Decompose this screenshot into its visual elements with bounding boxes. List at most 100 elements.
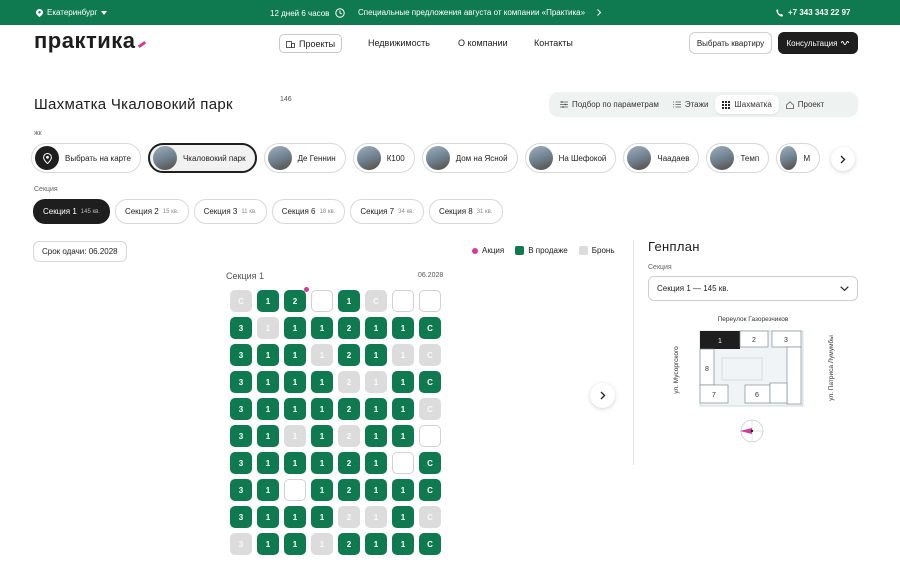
- apartment-cell[interactable]: 1: [365, 344, 387, 366]
- tab-project[interactable]: Проект: [779, 95, 831, 114]
- building-2[interactable]: 2: [739, 330, 769, 348]
- apartment-cell[interactable]: 1: [257, 398, 279, 420]
- apartment-cell[interactable]: [284, 479, 306, 501]
- apartment-cell[interactable]: 3: [230, 344, 252, 366]
- apartment-cell[interactable]: 1: [365, 371, 387, 393]
- apartment-cell[interactable]: 1: [311, 479, 333, 501]
- section-tab-7[interactable]: Секция 7 34 кв.: [350, 199, 424, 224]
- phone-link[interactable]: +7 343 343 22 97: [776, 8, 851, 17]
- apartment-cell[interactable]: С: [230, 290, 252, 312]
- choose-apartment-button[interactable]: Выбрать квартиру: [689, 32, 772, 54]
- apartment-cell[interactable]: 2: [338, 317, 360, 339]
- apartment-cell[interactable]: 1: [338, 290, 360, 312]
- apartment-cell[interactable]: [419, 425, 441, 447]
- apartment-cell[interactable]: 3: [230, 452, 252, 474]
- apartment-cell[interactable]: 3: [230, 479, 252, 501]
- apartment-cell[interactable]: 1: [257, 452, 279, 474]
- apartment-cell[interactable]: 1: [257, 371, 279, 393]
- consultation-button[interactable]: Консультация: [778, 32, 858, 54]
- apartment-cell[interactable]: 1: [257, 425, 279, 447]
- apartment-cell[interactable]: 2: [338, 371, 360, 393]
- project-chip-temp[interactable]: Темп: [706, 143, 770, 173]
- building-8[interactable]: 8: [699, 348, 715, 386]
- tab-floors[interactable]: Этажи: [666, 95, 716, 114]
- apartment-cell[interactable]: [392, 452, 414, 474]
- section-tab-3[interactable]: Секция 3 11 кв.: [193, 199, 267, 224]
- apartment-cell[interactable]: 3: [230, 371, 252, 393]
- apartment-cell[interactable]: 3: [230, 398, 252, 420]
- project-chip-map[interactable]: Выбрать на карте: [31, 143, 141, 173]
- apartment-cell[interactable]: 1: [311, 506, 333, 528]
- apartment-cell[interactable]: 2: [338, 344, 360, 366]
- apartment-cell[interactable]: 1: [284, 506, 306, 528]
- projects-next-button[interactable]: [831, 147, 855, 171]
- building-7[interactable]: 7: [699, 384, 729, 404]
- apartment-cell[interactable]: 2: [338, 533, 360, 555]
- nav-contacts[interactable]: Контакты: [534, 38, 573, 48]
- apartment-cell[interactable]: 1: [311, 398, 333, 420]
- project-chip-chkalovsky[interactable]: Чкаловокий парк: [147, 143, 257, 173]
- genplan-section-select[interactable]: Секция 1 — 145 кв.: [648, 276, 858, 301]
- apartment-cell[interactable]: 2: [338, 398, 360, 420]
- apartment-cell[interactable]: 1: [284, 533, 306, 555]
- project-chip-k100[interactable]: К100: [352, 143, 415, 173]
- apartment-cell[interactable]: 1: [311, 425, 333, 447]
- apartment-cell[interactable]: 1: [392, 425, 414, 447]
- city-selector[interactable]: Екатеринбург: [36, 8, 108, 17]
- apartment-cell[interactable]: 1: [257, 533, 279, 555]
- apartment-cell[interactable]: С: [419, 479, 441, 501]
- apartment-cell[interactable]: 1: [284, 317, 306, 339]
- apartment-cell[interactable]: С: [419, 317, 441, 339]
- apartment-cell[interactable]: С: [419, 344, 441, 366]
- apartment-cell[interactable]: 1: [365, 533, 387, 555]
- apartment-cell[interactable]: 2: [338, 479, 360, 501]
- apartment-cell[interactable]: 1: [311, 452, 333, 474]
- project-chip-chaadaev[interactable]: Чаадаев: [623, 143, 700, 173]
- nav-realty[interactable]: Недвижимость: [368, 38, 430, 48]
- section-tab-1[interactable]: Секция 1 145 кв.: [33, 199, 110, 224]
- apartment-cell[interactable]: 1: [311, 371, 333, 393]
- apartment-cell[interactable]: 1: [392, 344, 414, 366]
- apartment-cell[interactable]: [392, 290, 414, 312]
- apartment-cell[interactable]: 1: [311, 533, 333, 555]
- apartment-cell[interactable]: 1: [284, 371, 306, 393]
- project-chip-yasnaya[interactable]: Дом на Ясной: [421, 143, 518, 173]
- apartment-cell[interactable]: 1: [257, 479, 279, 501]
- apartment-cell[interactable]: С: [419, 371, 441, 393]
- logo[interactable]: практика: [34, 28, 146, 54]
- apartment-cell[interactable]: 1: [284, 398, 306, 420]
- project-chip-shefskoy[interactable]: На Шефокой: [524, 143, 617, 173]
- grid-next-button[interactable]: [590, 383, 615, 408]
- nav-projects[interactable]: Проекты: [279, 34, 343, 53]
- apartment-cell[interactable]: С: [365, 290, 387, 312]
- apartment-cell[interactable]: С: [419, 398, 441, 420]
- apartment-cell[interactable]: 3: [230, 533, 252, 555]
- building-1[interactable]: 1: [700, 331, 740, 349]
- tab-params[interactable]: Подбор по параметрам: [553, 95, 666, 114]
- apartment-cell[interactable]: 1: [365, 317, 387, 339]
- apartment-cell[interactable]: 1: [257, 317, 279, 339]
- apartment-cell[interactable]: 1: [257, 290, 279, 312]
- building-3[interactable]: 3: [771, 330, 802, 348]
- apartment-cell[interactable]: 1: [284, 452, 306, 474]
- apartment-cell[interactable]: 1: [392, 506, 414, 528]
- apartment-cell[interactable]: С: [419, 506, 441, 528]
- apartment-cell[interactable]: 1: [257, 506, 279, 528]
- nav-about[interactable]: О компании: [458, 38, 508, 48]
- apartment-cell[interactable]: 1: [365, 425, 387, 447]
- apartment-cell[interactable]: 1: [392, 371, 414, 393]
- apartment-cell[interactable]: 1: [365, 506, 387, 528]
- project-chip-m[interactable]: М: [776, 143, 821, 173]
- apartment-cell[interactable]: 2: [338, 425, 360, 447]
- apartment-cell[interactable]: 1: [365, 452, 387, 474]
- apartment-cell[interactable]: 1: [392, 479, 414, 501]
- section-tab-6[interactable]: Секция 6 18 кв.: [271, 199, 346, 224]
- tab-chessboard[interactable]: Шахматка: [715, 95, 779, 114]
- apartment-cell[interactable]: 1: [284, 425, 306, 447]
- apartment-cell[interactable]: 3: [230, 317, 252, 339]
- section-tab-2[interactable]: Секция 2 15 кв.: [114, 199, 189, 224]
- apartment-cell[interactable]: 1: [311, 344, 333, 366]
- apartment-cell[interactable]: 1: [392, 533, 414, 555]
- apartment-cell[interactable]: 2: [338, 452, 360, 474]
- project-chip-de-gennin[interactable]: Де Геннин: [263, 143, 346, 173]
